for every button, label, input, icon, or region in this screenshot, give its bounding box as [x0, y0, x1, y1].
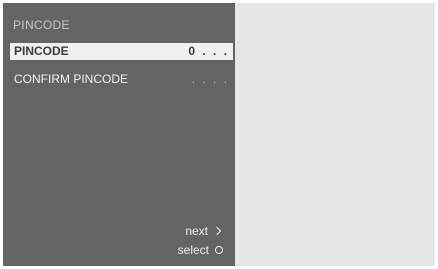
pincode-label: PINCODE: [14, 44, 69, 58]
menu-panel: PINCODE PINCODE 0 . . . CONFIRM PINCODE …: [3, 3, 235, 266]
next-hint[interactable]: next: [185, 224, 223, 238]
next-label: next: [185, 224, 208, 238]
menu-title: PINCODE: [13, 18, 70, 32]
confirm-pincode-value: . . . .: [191, 72, 229, 86]
chevron-right-icon: [212, 226, 222, 236]
select-label: select: [177, 243, 209, 257]
confirm-pincode-label: CONFIRM PINCODE: [14, 72, 128, 86]
confirm-pincode-field[interactable]: CONFIRM PINCODE . . . .: [10, 71, 233, 88]
tv-screen: PINCODE PINCODE 0 . . . CONFIRM PINCODE …: [3, 3, 435, 266]
select-hint[interactable]: select: [178, 243, 223, 257]
pincode-field[interactable]: PINCODE 0 . . .: [10, 43, 233, 60]
circle-icon: [215, 246, 223, 254]
pincode-value: 0 . . .: [188, 44, 229, 58]
